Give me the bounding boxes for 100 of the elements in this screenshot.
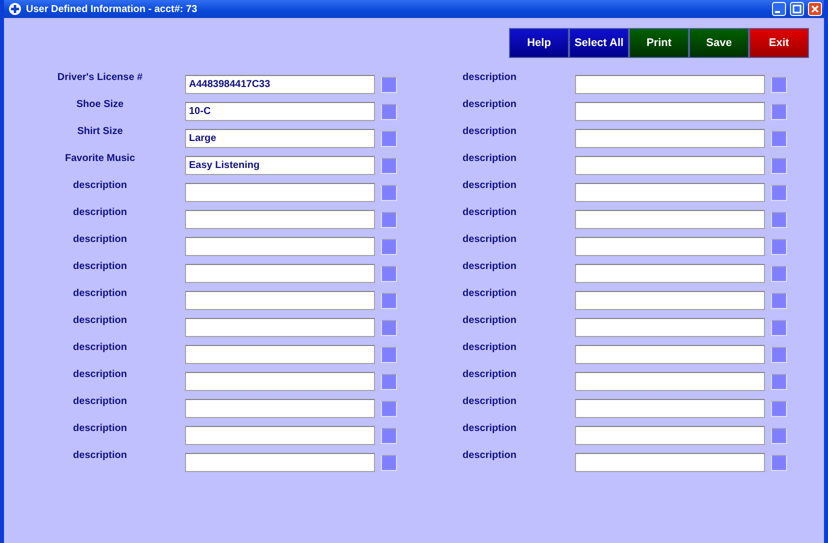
lookup-button[interactable] [771,428,787,444]
lookup-button[interactable] [771,104,787,120]
input-field[interactable] [575,75,765,94]
input-field[interactable] [185,210,375,229]
field-label: description [462,234,518,245]
input-field[interactable] [575,291,765,310]
input-field[interactable] [185,453,375,472]
input-field[interactable] [575,426,765,445]
minimize-icon[interactable] [772,2,786,16]
field-label: Shirt Size [76,126,124,137]
field-label: description [72,261,128,272]
close-icon[interactable] [808,2,822,16]
lookup-button[interactable] [381,158,397,174]
lookup-button[interactable] [381,184,397,200]
input-field[interactable] [575,156,765,175]
input-field[interactable] [575,102,765,121]
lookup-button[interactable] [381,400,397,416]
field-label: description [462,423,518,434]
lookup-button[interactable] [381,320,397,336]
field-label: description [462,180,518,191]
input-field[interactable] [185,426,375,445]
lookup-button[interactable] [771,374,787,390]
lookup-button[interactable] [771,184,787,200]
input-field[interactable] [575,318,765,337]
lookup-button[interactable] [771,266,787,282]
field-label: description [462,153,518,164]
input-field[interactable] [575,453,765,472]
input-field[interactable] [575,237,765,256]
field-label: description [462,315,518,326]
field-label: description [72,396,128,407]
field-label: description [462,396,518,407]
input-field[interactable] [185,345,375,364]
lookup-button[interactable] [771,400,787,416]
lookup-button[interactable] [771,130,787,146]
field-label: description [72,207,128,218]
input-field[interactable]: Large [185,129,375,148]
input-field[interactable] [185,372,375,391]
field-label: description [462,342,518,353]
maximize-icon[interactable] [790,2,804,16]
window-title: User Defined Information - acct#: 73 [26,4,198,14]
lookup-button[interactable] [771,76,787,92]
field-label: description [72,342,128,353]
toolbar-button[interactable]: Exit [749,28,809,58]
field-label: description [462,450,518,461]
input-field[interactable] [575,210,765,229]
input-field[interactable]: A4483984417C33 [185,75,375,94]
input-field[interactable] [575,264,765,283]
input-field[interactable] [185,399,375,418]
lookup-button[interactable] [771,320,787,336]
toolbar-button[interactable]: Save [689,28,749,58]
field-label: description [462,261,518,272]
toolbar-button[interactable]: Print [629,28,689,58]
input-field[interactable] [575,345,765,364]
field-label: description [72,180,128,191]
input-field[interactable] [575,372,765,391]
input-field[interactable]: 10-C [185,102,375,121]
lookup-button[interactable] [381,292,397,308]
lookup-button[interactable] [381,266,397,282]
lookup-button[interactable] [381,130,397,146]
app-icon [8,2,22,16]
field-label: description [72,369,128,380]
lookup-button[interactable] [381,428,397,444]
lookup-button[interactable] [771,212,787,228]
lookup-button[interactable] [771,346,787,362]
input-field[interactable] [185,291,375,310]
field-label: description [462,369,518,380]
field-label: Shoe Size [75,99,125,110]
field-label: Driver's License # [56,72,144,83]
lookup-button[interactable] [381,212,397,228]
input-field[interactable] [185,318,375,337]
field-label: description [72,450,128,461]
field-label: description [462,126,518,137]
field-label: description [72,423,128,434]
field-label: description [462,207,518,218]
input-field[interactable]: Easy Listening [185,156,375,175]
lookup-button[interactable] [771,158,787,174]
lookup-button[interactable] [381,454,397,470]
lookup-button[interactable] [771,238,787,254]
field-label: description [72,315,128,326]
lookup-button[interactable] [381,104,397,120]
input-field[interactable] [575,183,765,202]
input-field[interactable] [575,399,765,418]
input-field[interactable] [185,183,375,202]
lookup-button[interactable] [381,374,397,390]
lookup-button[interactable] [771,454,787,470]
field-label: description [462,99,518,110]
field-label: description [72,288,128,299]
input-field[interactable] [575,129,765,148]
lookup-button[interactable] [771,292,787,308]
field-label: description [462,72,518,83]
input-field[interactable] [185,237,375,256]
field-label: Favorite Music [64,153,136,164]
toolbar-button[interactable]: Select All [569,28,629,58]
lookup-button[interactable] [381,346,397,362]
lookup-button[interactable] [381,238,397,254]
field-label: description [462,288,518,299]
lookup-button[interactable] [381,76,397,92]
input-field[interactable] [185,264,375,283]
field-label: description [72,234,128,245]
toolbar-button[interactable]: Help [509,28,569,58]
